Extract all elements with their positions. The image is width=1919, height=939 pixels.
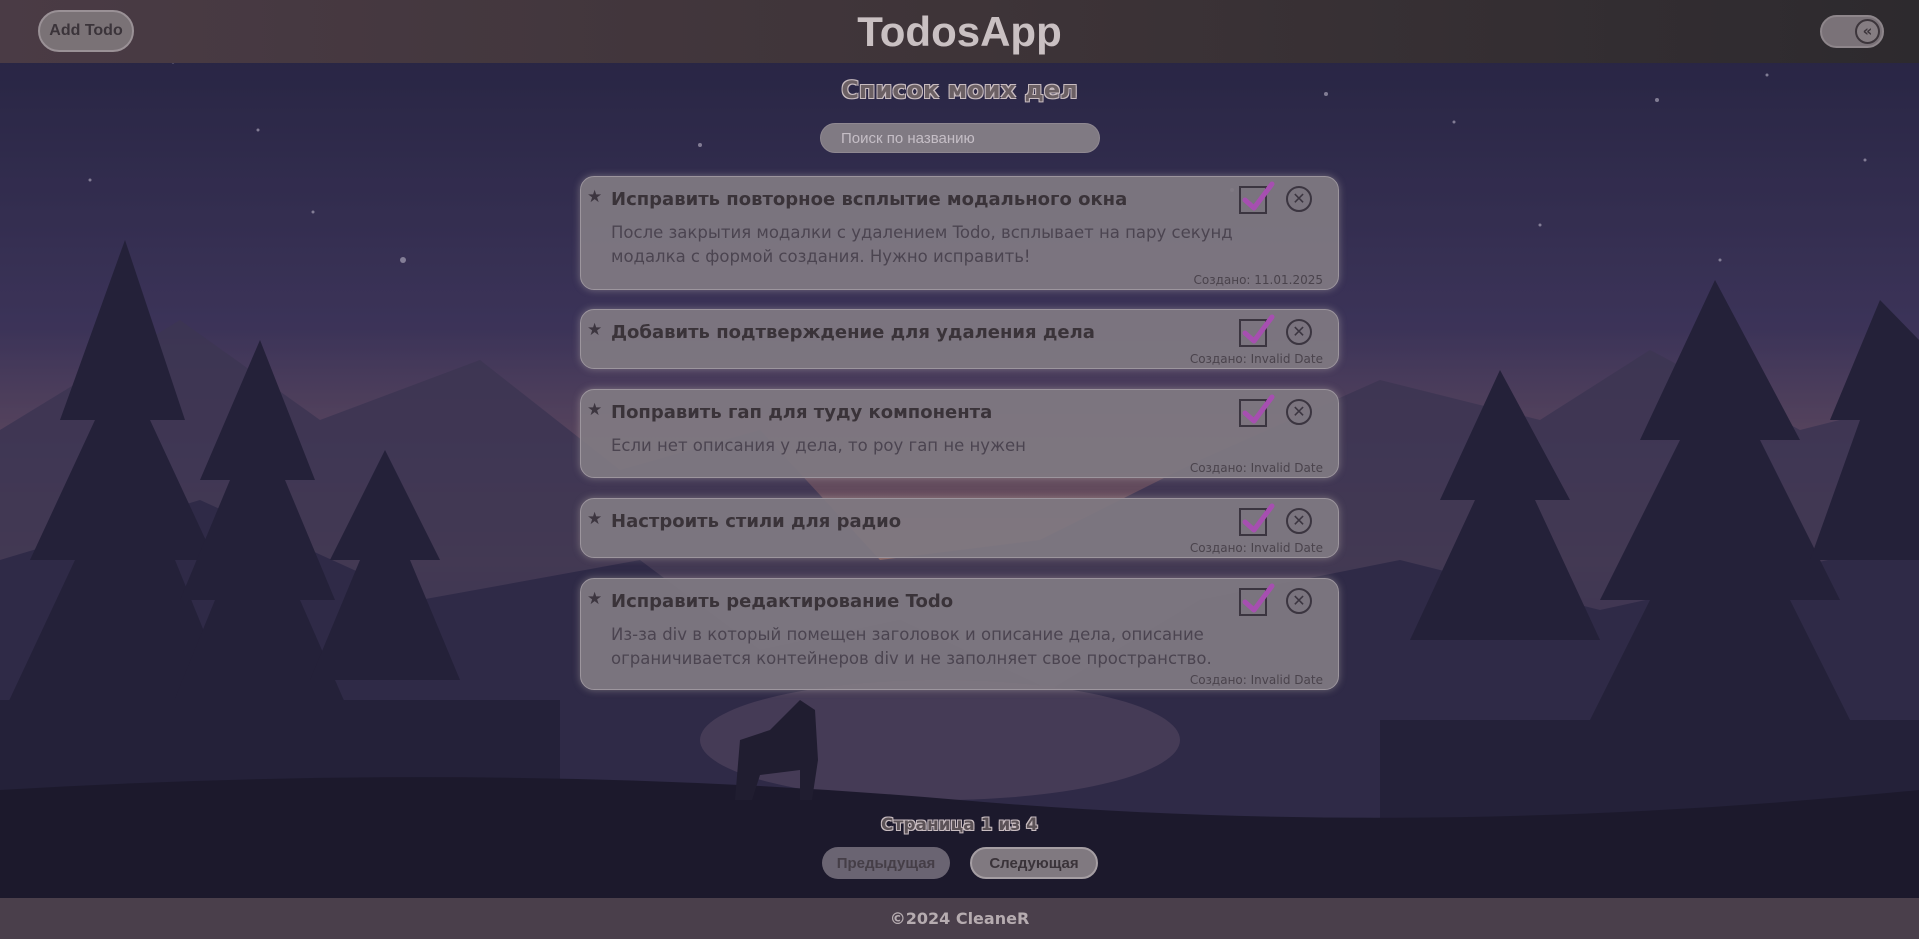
star-icon[interactable]: ★ [587,189,602,206]
app-title: TodosApp [857,8,1062,55]
double-chevron-left-icon: « [1855,19,1880,44]
search-input[interactable] [820,123,1100,153]
delete-button[interactable]: ✕ [1286,319,1312,345]
checkmark-icon [1242,181,1275,211]
star-icon[interactable]: ★ [587,322,602,339]
todo-created-date: Создано: 11.01.2025 [1193,273,1323,287]
todo-description: Из-за div в который помещен заголовок и … [611,625,1212,668]
prev-page-button[interactable]: Предыдущая [822,847,950,879]
footer: ©2024 CleaneR [0,898,1919,939]
close-icon: ✕ [1292,591,1306,610]
delete-button[interactable]: ✕ [1286,186,1312,212]
todo-card: ★ Исправить редактирование Todo Из-за di… [580,578,1339,690]
pagination-label: Страница 1 из 4 [881,815,1038,835]
delete-button[interactable]: ✕ [1286,399,1312,425]
todo-created-date: Создано: Invalid Date [1189,461,1323,475]
done-checkbox[interactable] [1239,181,1275,214]
star-icon[interactable]: ★ [587,402,602,419]
page-title: Список моих дел [841,76,1078,104]
todo-created-date: Создано: Invalid Date [1189,541,1323,555]
todo-card: ★ Поправить гап для туду компонента Если… [580,389,1339,478]
copyright-text: ©2024 CleaneR [889,909,1030,928]
todo-title: Добавить подтверждение для удаления дела [611,322,1095,343]
close-icon: ✕ [1292,511,1306,530]
star-icon[interactable]: ★ [587,591,602,608]
todo-title: Настроить стили для радио [611,511,902,532]
checkmark-icon [1242,394,1275,424]
todo-title: Поправить гап для туду компонента [611,402,993,423]
done-checkbox[interactable] [1239,314,1275,347]
todo-card: ★ Исправить повторное всплытие модальног… [580,176,1339,290]
todo-card: ★ Добавить подтверждение для удаления де… [580,309,1339,369]
next-page-button[interactable]: Следующая [970,847,1098,879]
todo-created-date: Создано: Invalid Date [1189,352,1323,366]
delete-button[interactable]: ✕ [1286,588,1312,614]
checkmark-icon [1242,583,1275,613]
sidebar-toggle[interactable]: « [1820,15,1884,48]
todo-card: ★ Настроить стили для радио ✕ Создано: I… [580,498,1339,558]
app-header: Add Todo TodosApp « [0,0,1919,63]
todo-description: Если нет описания у дела, то роу гап не … [611,436,1026,455]
todo-created-date: Создано: Invalid Date [1189,673,1323,687]
delete-button[interactable]: ✕ [1286,508,1312,534]
close-icon: ✕ [1292,402,1306,421]
checkmark-icon [1242,314,1275,344]
close-icon: ✕ [1292,322,1306,341]
star-icon[interactable]: ★ [587,511,602,528]
done-checkbox[interactable] [1239,583,1275,616]
todo-description: После закрытия модалки с удалением Todo,… [611,223,1233,266]
close-icon: ✕ [1292,189,1306,208]
todo-title: Исправить редактирование Todo [611,591,954,612]
todo-title: Исправить повторное всплытие модального … [611,189,1128,210]
done-checkbox[interactable] [1239,503,1275,536]
done-checkbox[interactable] [1239,394,1275,427]
checkmark-icon [1242,503,1275,533]
